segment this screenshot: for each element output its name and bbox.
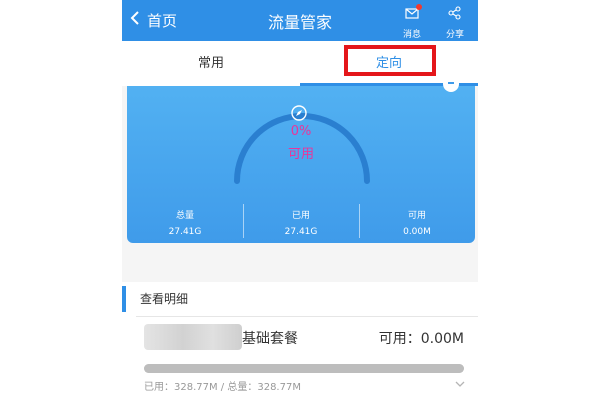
stat-available-value: 0.00M [403,227,431,237]
highlight-annotation [344,45,436,76]
stat-used-label: 已用 [291,211,310,221]
page: 首页 流量管家 消息 分享 常用 定向 0% 可用 总量 27.41G 已用 2… [0,0,600,400]
stats-row: 总量 27.41G 已用 27.41G 可用 0.00M [127,204,475,238]
gauge-label: 可用 [287,147,314,162]
share-button[interactable]: 分享 [438,3,472,40]
details-header[interactable]: 查看明细 [122,282,478,316]
stat-total-label: 总量 [175,211,194,221]
message-label: 消息 [402,30,421,40]
corner-toggle[interactable] [443,80,459,92]
divider [136,316,478,317]
chevron-down-icon[interactable] [455,380,465,388]
tab-common[interactable]: 常用 [122,41,300,86]
stat-divider [243,204,244,238]
gauge-percent: 0% [290,124,312,139]
compass-icon [291,105,307,121]
package-progress-bar [144,364,464,373]
share-label: 分享 [445,30,464,40]
stat-used: 已用 27.41G [243,204,359,238]
top-navigation-bar: 首页 流量管家 消息 分享 [122,0,478,41]
phone-screen: 首页 流量管家 消息 分享 常用 定向 0% 可用 总量 27.41G 已用 2… [122,0,478,400]
message-button[interactable]: 消息 [395,3,429,40]
stat-available: 可用 0.00M [359,204,475,238]
tab-common-label: 常用 [197,56,224,71]
stat-total: 总量 27.41G [127,204,243,238]
stat-used-value: 27.41G [284,227,318,237]
package-progress-fill [144,364,464,373]
package-name: 基础套餐 [242,331,298,347]
usage-gauge [234,113,370,184]
share-icon [448,3,462,24]
notification-badge [416,4,422,10]
stat-available-label: 可用 [407,211,426,221]
package-available: 可用：0.00M [378,331,464,347]
details-title: 查看明细 [140,292,189,306]
stat-total-value: 27.41G [168,227,202,237]
usage-card: 0% 可用 总量 27.41G 已用 27.41G 可用 0.00M [127,80,475,243]
package-item[interactable]: 基础套餐 可用：0.00M 已用：328.77M / 总量：328.77M [122,316,478,400]
package-usage: 已用：328.77M / 总量：328.77M [144,382,301,393]
blurred-package-prefix [144,324,242,350]
section-accent-bar [122,286,126,312]
stat-divider [359,204,360,238]
